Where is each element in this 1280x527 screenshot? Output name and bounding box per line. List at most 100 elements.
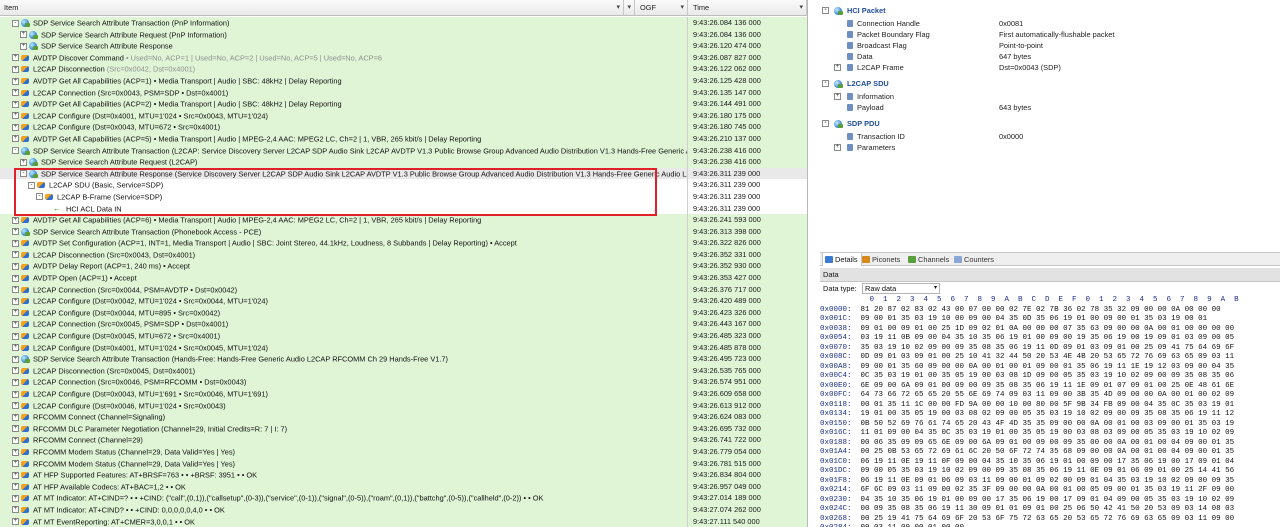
detail-field-row[interactable]: Connection Handle 0x0081	[820, 18, 1280, 29]
chevron-down-icon[interactable]: ▾	[627, 0, 631, 16]
table-row[interactable]: + RFCOMM Modem Status (Channel=29, Data V…	[0, 445, 807, 458]
expand-icon[interactable]: +	[12, 274, 19, 282]
table-row[interactable]: + AT HFP Supported Features: AT+BRSF=763 …	[0, 469, 807, 481]
column-filter-button[interactable]: ▾	[625, 0, 635, 16]
table-row[interactable]: - SDP Service Search Attribute Response (…	[0, 167, 807, 180]
detail-field-row[interactable]: Data 647 bytes	[820, 51, 1280, 62]
chevron-down-icon[interactable]: ▾	[616, 0, 620, 16]
detail-field-row[interactable]: Packet Boundary Flag First automatically-…	[820, 29, 1280, 40]
expand-icon[interactable]: +	[834, 144, 841, 151]
expand-icon[interactable]: +	[12, 320, 19, 328]
detail-field-row[interactable]: Broadcast Flag Point-to-point	[820, 40, 1280, 51]
table-row[interactable]: + RFCOMM Modem Status (Channel=29, Data V…	[0, 457, 807, 470]
expand-icon[interactable]: +	[20, 158, 27, 166]
tab-details[interactable]: Details	[822, 253, 862, 266]
table-row[interactable]: + AT MT Indicator: AT+CIND? • • +CIND: 0,…	[0, 503, 807, 516]
expand-icon[interactable]: +	[12, 390, 19, 398]
expand-icon[interactable]: +	[12, 286, 19, 294]
table-row[interactable]: + RFCOMM Connect (Channel=29) 9:43:26.741 …	[0, 434, 807, 446]
table-row[interactable]: + SDP Service Search Attribute Transactio…	[0, 225, 807, 238]
table-row[interactable]: ← HCI ACL Data IN 9:43:26.311 239 000	[0, 202, 807, 215]
expand-icon[interactable]: +	[12, 123, 19, 131]
expand-icon[interactable]: +	[12, 471, 19, 479]
table-row[interactable]: + AVDTP Get All Capabilities (ACP=6) • Me…	[0, 214, 807, 226]
expand-icon[interactable]: +	[12, 251, 19, 259]
table-row[interactable]: + SDP Service Search Attribute Request (L…	[0, 156, 807, 168]
expand-icon[interactable]: +	[12, 425, 19, 433]
expand-icon[interactable]: +	[12, 77, 19, 85]
expand-icon[interactable]: +	[834, 93, 841, 100]
table-row[interactable]: + L2CAP Disconnection (Src=0x0045, Dst=0x…	[0, 364, 807, 377]
expand-icon[interactable]: +	[834, 64, 841, 71]
table-row[interactable]: + AVDTP Get All Capabilities (ACP=1) • Me…	[0, 74, 807, 87]
table-row[interactable]: + L2CAP Configure (Dst=0x0045, MTU=672 • …	[0, 330, 807, 342]
detail-section-header[interactable]: - L2CAP SDU	[820, 77, 1280, 91]
table-row[interactable]: + AT MT Indicator: AT+CIND=? • • +CIND: (…	[0, 492, 807, 504]
column-header-time[interactable]: Time ▾	[689, 0, 807, 16]
expand-icon[interactable]: +	[12, 263, 19, 271]
expand-icon[interactable]: +	[12, 135, 19, 143]
table-row[interactable]: + L2CAP Configure (Dst=0x4001, MTU=1'024 …	[0, 341, 807, 354]
collapse-icon[interactable]: -	[12, 19, 19, 27]
expand-icon[interactable]: +	[12, 216, 19, 224]
table-row[interactable]: + L2CAP Configure (Dst=0x0043, MTU=1'691 …	[0, 388, 807, 400]
table-row[interactable]: + L2CAP Configure (Dst=0x0043, MTU=672 • …	[0, 121, 807, 133]
table-row[interactable]: + L2CAP Disconnection (Src=0x0042, Dst=0x…	[0, 63, 807, 75]
table-row[interactable]: + L2CAP Connection (Src=0x0043, PSM=SDP •…	[0, 86, 807, 99]
column-header-ogf[interactable]: OGF ▾	[636, 0, 688, 16]
expand-icon[interactable]: +	[12, 112, 19, 120]
column-header-item[interactable]: Item ▾	[0, 0, 624, 16]
expand-icon[interactable]: +	[20, 42, 27, 50]
collapse-icon[interactable]: -	[822, 80, 829, 87]
table-row[interactable]: + L2CAP Configure (Dst=0x0046, MTU=1'024 …	[0, 399, 807, 412]
table-row[interactable]: + SDP Service Search Attribute Request (P…	[0, 28, 807, 41]
data-type-select[interactable]: Raw data ▾	[862, 283, 940, 294]
detail-field-row[interactable]: Transaction ID 0x0000	[820, 131, 1280, 142]
tab-counters[interactable]: Counters	[952, 253, 997, 266]
expand-icon[interactable]: +	[12, 506, 19, 514]
table-row[interactable]: + L2CAP Disconnection (Src=0x0043, Dst=0x…	[0, 248, 807, 261]
table-row[interactable]: + AT HFP Available Codecs: AT+BAC=1,2 • •…	[0, 480, 807, 493]
table-row[interactable]: + AVDTP Get All Capabilities (ACP=2) • Me…	[0, 98, 807, 110]
expand-icon[interactable]: +	[12, 332, 19, 340]
table-row[interactable]: - SDP Service Search Attribute Transactio…	[0, 144, 807, 157]
table-row[interactable]: + L2CAP Configure (Dst=0x0042, MTU=1'024 …	[0, 295, 807, 307]
table-row[interactable]: + AVDTP Get All Capabilities (ACP=5) • Me…	[0, 132, 807, 145]
expand-icon[interactable]: +	[12, 518, 19, 526]
collapse-icon[interactable]: -	[36, 193, 43, 201]
expand-icon[interactable]: +	[12, 344, 19, 352]
detail-section-header[interactable]: - HCI Packet	[820, 4, 1280, 18]
table-row[interactable]: + AVDTP Set Configuration (ACP=1, INT=1, …	[0, 237, 807, 249]
collapse-icon[interactable]: -	[28, 181, 35, 189]
table-row[interactable]: + RFCOMM Connect (Channel=Signaling) 9:43:…	[0, 411, 807, 423]
expand-icon[interactable]: +	[12, 54, 19, 62]
table-row[interactable]: + SDP Service Search Attribute Transactio…	[0, 353, 807, 365]
expand-icon[interactable]: +	[12, 367, 19, 375]
expand-icon[interactable]: +	[12, 65, 19, 73]
expand-icon[interactable]: +	[20, 31, 27, 39]
table-row[interactable]: + AVDTP Discover Command • Used=No, ACP=1…	[0, 51, 807, 64]
table-row[interactable]: - L2CAP B-Frame (Service=SDP) 9:43:26.311 …	[0, 190, 807, 203]
chevron-down-icon[interactable]: ▾	[680, 0, 684, 16]
detail-section-header[interactable]: - SDP PDU	[820, 117, 1280, 131]
table-row[interactable]: + AT MT EventReporting: AT+CMER=3,0,0,1 •…	[0, 515, 807, 527]
expand-icon[interactable]: +	[12, 413, 19, 421]
collapse-icon[interactable]: -	[822, 120, 829, 127]
expand-icon[interactable]: +	[12, 494, 19, 502]
expand-icon[interactable]: +	[12, 378, 19, 386]
collapse-icon[interactable]: -	[20, 170, 27, 178]
expand-icon[interactable]: +	[12, 483, 19, 491]
table-row[interactable]: + L2CAP Configure (Dst=0x4001, MTU=1'024 …	[0, 109, 807, 122]
expand-icon[interactable]: +	[12, 89, 19, 97]
detail-field-row[interactable]: + Information	[820, 91, 1280, 102]
expand-icon[interactable]: +	[12, 309, 19, 317]
table-row[interactable]: + L2CAP Configure (Dst=0x0044, MTU=895 • …	[0, 306, 807, 319]
expand-icon[interactable]: +	[12, 436, 19, 444]
table-row[interactable]: - SDP Service Search Attribute Transactio…	[0, 17, 807, 29]
expand-icon[interactable]: +	[12, 297, 19, 305]
table-row[interactable]: + RFCOMM DLC Parameter Negotiation (Chann…	[0, 422, 807, 435]
table-row[interactable]: + SDP Service Search Attribute Response 9:…	[0, 40, 807, 52]
collapse-icon[interactable]: -	[12, 147, 19, 155]
table-row[interactable]: + L2CAP Connection (Src=0x0044, PSM=AVDTP…	[0, 283, 807, 296]
expand-icon[interactable]: +	[12, 228, 19, 236]
